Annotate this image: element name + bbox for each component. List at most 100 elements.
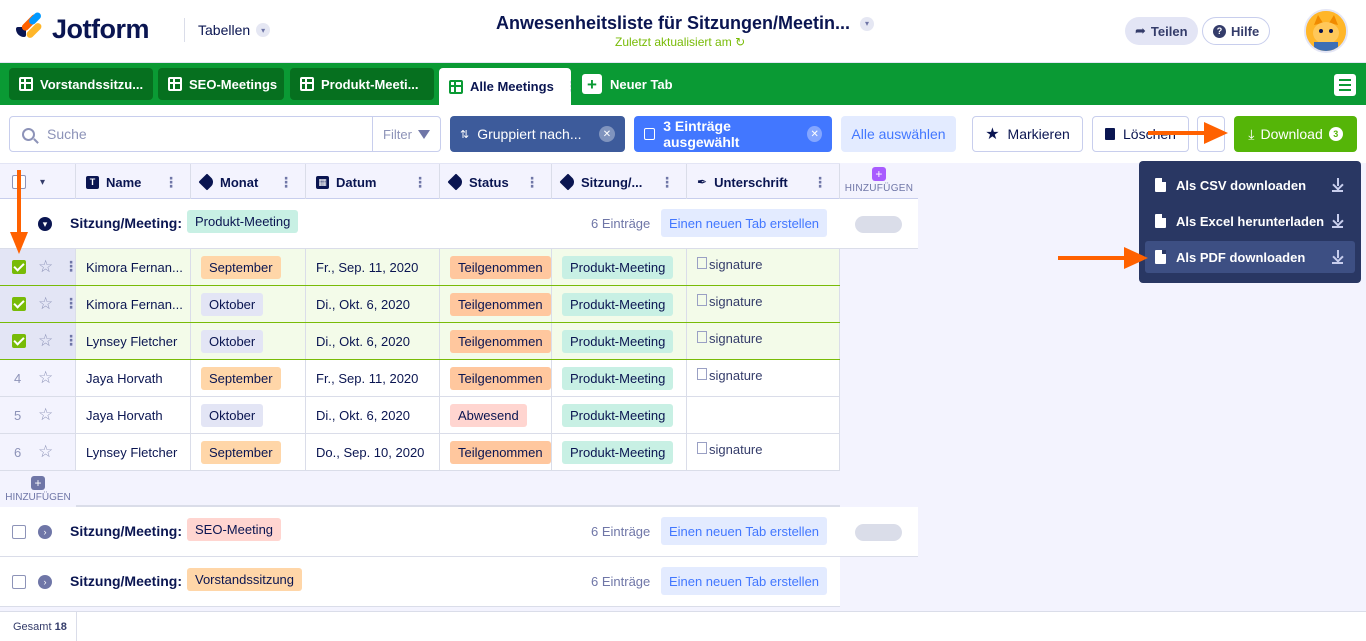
table-row[interactable]: 6 ☆ Lynsey Fletcher September Do., Sep. … bbox=[0, 434, 840, 471]
download-excel-item[interactable]: Als Excel herunterladen bbox=[1145, 205, 1355, 237]
cell-signature[interactable]: signature bbox=[687, 434, 840, 470]
column-options-icon[interactable]: ⋮ bbox=[813, 174, 827, 191]
chevron-right-icon[interactable]: › bbox=[38, 575, 52, 589]
table-row[interactable]: 4 ☆ Jaya Horvath September Fr., Sep. 11,… bbox=[0, 360, 840, 397]
chevron-down-icon[interactable]: ▾ bbox=[38, 217, 52, 231]
cell-name[interactable]: Jaya Horvath bbox=[76, 360, 191, 396]
star-icon[interactable]: ☆ bbox=[38, 368, 53, 388]
column-options-icon[interactable]: ⋮ bbox=[525, 174, 539, 191]
create-tab-button[interactable]: Einen neuen Tab erstellen bbox=[661, 567, 827, 595]
cell-meeting[interactable]: Produkt-Meeting bbox=[552, 397, 687, 433]
group-checkbox[interactable] bbox=[12, 525, 26, 539]
add-column-button[interactable]: + HINZUFÜGEN bbox=[840, 163, 918, 199]
cell-meeting[interactable]: Produkt-Meeting bbox=[552, 360, 687, 396]
cell-signature[interactable] bbox=[687, 397, 840, 433]
cell-status[interactable]: Teilgenommen bbox=[440, 434, 552, 470]
hamburger-menu-icon[interactable] bbox=[1334, 74, 1356, 96]
close-icon[interactable]: ✕ bbox=[599, 126, 615, 142]
tables-dropdown[interactable]: Tabellen ▾ bbox=[198, 22, 271, 38]
share-button[interactable]: ➦ Teilen bbox=[1125, 17, 1198, 45]
tab-seo-meetings[interactable]: SEO-Meetings bbox=[158, 68, 284, 100]
cell-name[interactable]: Jaya Horvath bbox=[76, 397, 191, 433]
tab-produkt-meetings[interactable]: Produkt-Meeti... bbox=[290, 68, 434, 100]
cell-meeting[interactable]: Produkt-Meeting bbox=[552, 323, 687, 359]
row-checkbox[interactable] bbox=[12, 297, 26, 311]
cell-signature[interactable]: signature bbox=[687, 360, 840, 396]
select-all-button[interactable]: Alle auswählen bbox=[841, 116, 956, 152]
cell-meeting[interactable]: Produkt-Meeting bbox=[552, 434, 687, 470]
table-row[interactable]: ☆ ⋮ Lynsey Fletcher Oktober Di., Okt. 6,… bbox=[0, 323, 840, 360]
cell-status[interactable]: Teilgenommen bbox=[440, 249, 552, 285]
table-row[interactable]: ☆ ⋮ Kimora Fernan... Oktober Di., Okt. 6… bbox=[0, 286, 840, 323]
add-row-button[interactable]: + HINZUFÜGEN bbox=[0, 471, 76, 507]
cell-meeting[interactable]: Produkt-Meeting bbox=[552, 286, 687, 322]
create-tab-button[interactable]: Einen neuen Tab erstellen bbox=[661, 209, 827, 237]
cell-month[interactable]: Oktober bbox=[191, 397, 306, 433]
cell-date[interactable]: Do., Sep. 10, 2020 bbox=[306, 434, 440, 470]
star-icon[interactable]: ☆ bbox=[38, 257, 53, 277]
tab-vorstandssitzung[interactable]: Vorstandssitzu... bbox=[9, 68, 153, 100]
column-header-name[interactable]: T Name ⋮ bbox=[76, 164, 191, 200]
help-button[interactable]: ? Hilfe bbox=[1202, 17, 1271, 45]
cell-date[interactable]: Di., Okt. 6, 2020 bbox=[306, 286, 440, 322]
search-box[interactable]: Suche Filter bbox=[9, 116, 441, 152]
column-header-meeting[interactable]: Sitzung/... ⋮ bbox=[552, 164, 687, 200]
cell-name[interactable]: Kimora Fernan... bbox=[76, 249, 191, 285]
cell-date[interactable]: Di., Okt. 6, 2020 bbox=[306, 397, 440, 433]
tab-options-icon[interactable]: ⋮ bbox=[565, 78, 571, 95]
chevron-down-icon[interactable]: ▾ bbox=[40, 177, 45, 188]
cell-month[interactable]: September bbox=[191, 249, 306, 285]
avatar[interactable] bbox=[1304, 9, 1348, 53]
close-icon[interactable]: ✕ bbox=[807, 126, 822, 142]
cell-meeting[interactable]: Produkt-Meeting bbox=[552, 249, 687, 285]
cell-signature[interactable]: signature bbox=[687, 323, 840, 359]
row-checkbox[interactable] bbox=[12, 260, 26, 274]
cell-status[interactable]: Abwesend bbox=[440, 397, 552, 433]
jotform-logo[interactable]: Jotform bbox=[16, 10, 150, 45]
cell-month[interactable]: September bbox=[191, 434, 306, 470]
cell-status[interactable]: Teilgenommen bbox=[440, 323, 552, 359]
cell-status[interactable]: Teilgenommen bbox=[440, 360, 552, 396]
cell-month[interactable]: September bbox=[191, 360, 306, 396]
column-options-icon[interactable]: ⋮ bbox=[279, 174, 293, 191]
column-options-icon[interactable]: ⋮ bbox=[413, 174, 427, 191]
star-icon[interactable]: ☆ bbox=[38, 331, 53, 351]
column-header-month[interactable]: Monat ⋮ bbox=[191, 164, 306, 200]
cell-month[interactable]: Oktober bbox=[191, 286, 306, 322]
tab-alle-meetings[interactable]: Alle Meetings ⋮ bbox=[439, 68, 571, 105]
download-button[interactable]: ⤓ Download 3 bbox=[1234, 116, 1357, 152]
filter-button[interactable]: Filter bbox=[372, 117, 440, 151]
cell-name[interactable]: Kimora Fernan... bbox=[76, 286, 191, 322]
selected-entries-chip[interactable]: 3 Einträge ausgewählt ✕ bbox=[634, 116, 832, 152]
row-checkbox[interactable] bbox=[12, 334, 26, 348]
cell-name[interactable]: Lynsey Fletcher bbox=[76, 434, 191, 470]
cell-name[interactable]: Lynsey Fletcher bbox=[76, 323, 191, 359]
document-title[interactable]: Anwesenheitsliste für Sitzungen/Meetin..… bbox=[496, 13, 875, 34]
search-input[interactable]: Suche bbox=[47, 126, 87, 142]
table-row[interactable]: 5 ☆ Jaya Horvath Oktober Di., Okt. 6, 20… bbox=[0, 397, 840, 434]
column-header-date[interactable]: ▦ Datum ⋮ bbox=[306, 164, 440, 200]
cell-date[interactable]: Fr., Sep. 11, 2020 bbox=[306, 249, 440, 285]
column-options-icon[interactable]: ⋮ bbox=[660, 174, 674, 191]
cell-month[interactable]: Oktober bbox=[191, 323, 306, 359]
new-tab-button[interactable]: + Neuer Tab bbox=[582, 74, 673, 94]
create-tab-button[interactable]: Einen neuen Tab erstellen bbox=[661, 517, 827, 545]
group-checkbox[interactable] bbox=[12, 575, 26, 589]
cell-date[interactable]: Di., Okt. 6, 2020 bbox=[306, 323, 440, 359]
group-toggle[interactable] bbox=[855, 524, 902, 541]
grouped-by-chip[interactable]: ⇅ Gruppiert nach... ✕ bbox=[450, 116, 625, 152]
group-toggle[interactable] bbox=[855, 216, 902, 233]
chevron-down-icon[interactable]: ▾ bbox=[860, 16, 875, 31]
chevron-right-icon[interactable]: › bbox=[38, 525, 52, 539]
column-header-status[interactable]: Status ⋮ bbox=[440, 164, 552, 200]
cell-date[interactable]: Fr., Sep. 11, 2020 bbox=[306, 360, 440, 396]
download-pdf-item[interactable]: Als PDF downloaden bbox=[1145, 241, 1355, 273]
table-row[interactable]: ☆ ⋮ Kimora Fernan... September Fr., Sep.… bbox=[0, 249, 840, 286]
star-icon[interactable]: ☆ bbox=[38, 294, 53, 314]
star-icon[interactable]: ☆ bbox=[38, 442, 53, 462]
download-csv-item[interactable]: Als CSV downloaden bbox=[1145, 169, 1355, 201]
star-icon[interactable]: ☆ bbox=[38, 405, 53, 425]
column-header-signature[interactable]: ✒ Unterschrift ⋮ bbox=[687, 164, 840, 200]
column-options-icon[interactable]: ⋮ bbox=[164, 174, 178, 191]
cell-signature[interactable]: signature bbox=[687, 249, 840, 285]
